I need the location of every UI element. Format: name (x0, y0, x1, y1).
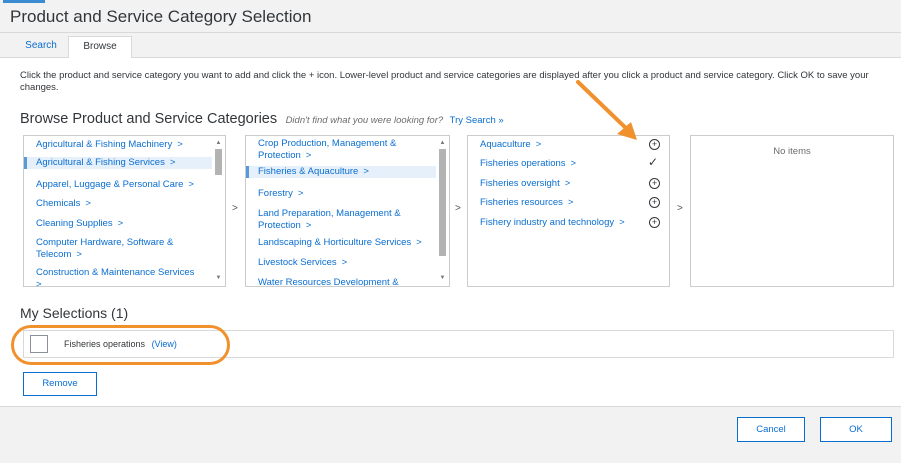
tab-strip: Search Browse (0, 33, 901, 58)
selection-row: Fisheries operations (View) (23, 330, 894, 358)
list-item[interactable]: Construction & Maintenance Services > (24, 267, 212, 287)
list-item[interactable]: Livestock Services > (246, 257, 436, 269)
item-label: Fisheries oversight (480, 178, 560, 189)
add-icon[interactable]: + (649, 139, 660, 150)
browse-hint: Didn't find what you were looking for? (285, 115, 444, 126)
scrollbar[interactable]: ▲ ▼ (213, 137, 224, 285)
list-item[interactable]: Fisheries resources > (468, 197, 669, 209)
chevron-right-icon: > (188, 179, 194, 190)
scroll-down-arrow-icon[interactable]: ▼ (437, 274, 448, 283)
category-column-1: Agricultural & Fishing Machinery > Agricu… (23, 135, 226, 287)
list-item[interactable]: Agricultural & Fishing Machinery > (24, 139, 212, 151)
chevron-right-icon: > (117, 218, 124, 229)
list-item[interactable]: Fisheries operations > (468, 158, 669, 170)
item-label: Fisheries resources (480, 197, 563, 208)
scroll-up-arrow-icon[interactable]: ▲ (437, 139, 448, 148)
list-item[interactable]: Apparel, Luggage & Personal Care > (24, 179, 212, 191)
chevron-right-icon: > (305, 220, 312, 231)
item-label: Apparel, Luggage & Personal Care (36, 179, 184, 190)
category-column-4: No items (690, 135, 894, 287)
scroll-thumb[interactable] (215, 149, 222, 175)
list-item[interactable]: Cleaning Supplies > (24, 218, 212, 230)
chevron-right-icon: > (564, 178, 571, 189)
chevron-right-icon: > (232, 203, 238, 214)
item-label: Construction & Maintenance Services (36, 267, 195, 278)
item-label: Fisheries & Aquaculture (258, 166, 359, 177)
item-label: Fishery industry and technology (480, 217, 615, 228)
chevron-right-icon: > (567, 197, 574, 208)
chevron-right-icon: > (297, 188, 304, 199)
add-icon[interactable]: + (649, 197, 660, 208)
instructions-text: Click the product and service category y… (20, 70, 869, 93)
list-item[interactable]: Fisheries oversight > (468, 178, 669, 190)
chevron-right-icon: > (677, 203, 683, 214)
browse-heading-title: Browse Product and Service Categories (20, 111, 278, 127)
scrollbar[interactable]: ▲ ▼ (437, 137, 448, 285)
chevron-right-icon: > (305, 150, 312, 161)
chevron-right-icon: > (535, 139, 542, 150)
item-label: Cleaning Supplies (36, 218, 113, 229)
item-label: Agricultural & Fishing Services (36, 157, 165, 168)
empty-state-text: No items (773, 146, 811, 157)
item-label: Aquaculture (480, 139, 531, 150)
selection-label-group: Fisheries operations (View) (64, 339, 177, 349)
view-link[interactable]: (View) (152, 339, 177, 349)
list-item[interactable]: Land Preparation, Management & Protectio… (246, 208, 416, 232)
cancel-button[interactable]: Cancel (737, 417, 805, 442)
item-label: Agricultural & Fishing Machinery (36, 139, 173, 150)
chevron-right-icon: > (85, 198, 91, 209)
chevron-right-icon: > (76, 249, 82, 260)
dialog-header: Product and Service Category Selection (0, 0, 901, 33)
list-item[interactable]: Forestry > (246, 188, 436, 200)
chevron-right-icon: > (570, 158, 577, 169)
chevron-right-icon: > (416, 237, 422, 248)
item-label: Crop Production, Management & Protection (258, 138, 397, 161)
header-accent-line (3, 0, 45, 3)
chevron-right-icon: > (363, 166, 369, 177)
list-item[interactable]: Computer Hardware, Software & Telecom > (24, 237, 194, 261)
dialog-title: Product and Service Category Selection (10, 7, 312, 26)
chevron-right-icon: > (36, 279, 42, 287)
my-selections-heading: My Selections (1) (20, 305, 129, 321)
item-label: Fisheries operations (480, 158, 566, 169)
list-item[interactable]: Crop Production, Management & Protection… (246, 138, 416, 162)
item-label: Land Preparation, Management & Protectio… (258, 208, 401, 231)
list-item[interactable]: Fishery industry and technology > (468, 217, 669, 229)
chevron-right-icon: > (619, 217, 625, 228)
scroll-up-arrow-icon[interactable]: ▲ (213, 139, 224, 148)
list-item[interactable]: Agricultural & Fishing Services > (24, 157, 212, 169)
item-label: Livestock Services (258, 257, 337, 268)
item-label: Chemicals (36, 198, 81, 209)
tab-search[interactable]: Search (16, 36, 66, 58)
selection-label: Fisheries operations (64, 339, 146, 349)
ok-button[interactable]: OK (820, 417, 892, 442)
try-search-link[interactable]: Try Search » (450, 115, 504, 126)
category-column-2: Crop Production, Management & Protection… (245, 135, 450, 287)
browse-heading: Browse Product and Service Categories Di… (20, 110, 504, 128)
list-item[interactable]: Aquaculture > (468, 139, 669, 151)
add-icon[interactable]: + (649, 178, 660, 189)
tab-browse[interactable]: Browse (68, 36, 132, 58)
item-label: Landscaping & Horticulture Services (258, 237, 412, 248)
list-item[interactable]: Fisheries & Aquaculture > (246, 166, 436, 178)
scroll-down-arrow-icon[interactable]: ▼ (213, 274, 224, 283)
chevron-right-icon: > (341, 257, 348, 268)
item-label: Computer Hardware, Software & Telecom (36, 237, 174, 260)
dialog-footer: Cancel OK (0, 406, 901, 463)
list-item[interactable]: Chemicals > (24, 198, 212, 210)
chevron-right-icon: > (169, 157, 176, 168)
add-icon[interactable]: + (649, 217, 660, 228)
selection-checkbox[interactable] (30, 335, 48, 353)
category-column-3: Aquaculture > + Fisheries operations > ✓ F… (467, 135, 670, 287)
remove-button[interactable]: Remove (23, 372, 97, 396)
checkmark-icon: ✓ (648, 155, 659, 169)
chevron-right-icon: > (455, 203, 461, 214)
scroll-thumb[interactable] (439, 149, 446, 256)
list-item[interactable]: Landscaping & Horticulture Services > (246, 237, 436, 249)
list-item[interactable]: Water Resources Development & (246, 277, 436, 287)
item-label: Water Resources Development & (258, 277, 399, 287)
item-label: Forestry (258, 188, 293, 199)
chevron-right-icon: > (177, 139, 183, 150)
